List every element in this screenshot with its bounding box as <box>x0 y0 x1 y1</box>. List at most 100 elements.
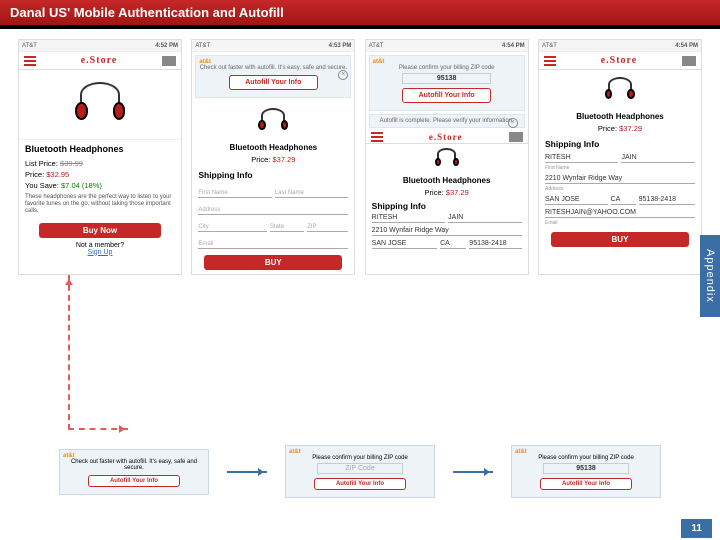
carrier-label: AT&T <box>195 43 210 49</box>
signup-link[interactable]: Sign Up <box>88 249 113 256</box>
city-filled[interactable]: SAN JOSE <box>372 238 437 249</box>
carrier-label: AT&T <box>369 43 384 49</box>
zip-input[interactable]: ZIP <box>307 217 348 232</box>
prompt-text: Please confirm your billing ZIP code <box>515 455 657 461</box>
address-filled[interactable]: 2210 Wynfair Ridge Way <box>372 225 522 236</box>
prompt-text: Please confirm your billing ZIP code <box>373 65 521 71</box>
product-name: Bluetooth Headphones <box>366 174 528 187</box>
state-filled[interactable]: CA <box>611 194 636 205</box>
buy-button[interactable]: BUY <box>204 255 342 270</box>
autofill-button[interactable]: Autofill Your Info <box>540 478 632 490</box>
first-name-sublabel: First Name <box>545 165 569 171</box>
zip-prompt-banner: at&t Please confirm your billing ZIP cod… <box>369 55 525 111</box>
shipping-heading: Shipping Info <box>192 165 354 183</box>
carrier-label: AT&T <box>22 43 37 49</box>
email-filled[interactable]: RITESHJAIN@YAHOO.COM <box>545 207 695 218</box>
shipping-heading: Shipping Info <box>366 198 528 212</box>
first-name-filled[interactable]: RITESH <box>372 212 446 223</box>
shipping-heading: Shipping Info <box>539 134 701 152</box>
price-value: $37.29 <box>272 155 295 164</box>
mini-banner-2: at&t Please confirm your billing ZIP cod… <box>285 445 435 498</box>
zip-filled[interactable]: 95138-2418 <box>639 194 695 205</box>
email-sublabel: Email <box>545 220 558 226</box>
last-name-filled[interactable]: JAIN <box>621 152 695 163</box>
clock-label: 4:53 PM <box>329 43 352 49</box>
prompt-text: Check out faster with autofill. It's eas… <box>199 65 347 71</box>
autofill-complete-banner: Autofill is complete. Please verify your… <box>369 114 525 128</box>
slide-title: Danal US' Mobile Authentication and Auto… <box>0 0 720 29</box>
autofill-prompt-banner: at&t Check out faster with autofill. It'… <box>195 55 351 98</box>
price-label: Price: <box>25 170 44 179</box>
appendix-tab: Appendix <box>700 235 720 317</box>
store-header: e.Store <box>19 52 181 70</box>
state-filled[interactable]: CA <box>440 238 466 249</box>
close-icon[interactable]: × <box>508 118 518 128</box>
cart-icon[interactable] <box>682 56 696 66</box>
price-label: Price: <box>251 155 270 164</box>
product-name: Bluetooth Headphones <box>19 140 181 158</box>
zip-input-filled[interactable]: 95138 <box>543 463 628 474</box>
price-value: $37.29 <box>619 124 642 133</box>
menu-icon[interactable] <box>371 132 383 142</box>
list-price-label: List Price: <box>25 159 58 168</box>
screen-2-empty-form: AT&T 4:53 PM at&t Check out faster with a… <box>191 39 355 275</box>
product-name: Bluetooth Headphones <box>539 110 701 123</box>
product-name: Bluetooth Headphones <box>192 141 354 154</box>
buy-button[interactable]: BUY <box>551 232 689 247</box>
product-desc: These headphones are the perfect way to … <box>19 191 181 219</box>
address-sublabel: Address <box>545 186 563 192</box>
store-logo: e.Store <box>429 132 463 142</box>
state-input[interactable]: State <box>270 217 304 232</box>
cart-icon[interactable] <box>162 56 176 66</box>
complete-text: Autofill is complete. Please verify your… <box>373 118 521 124</box>
email-input[interactable]: Email <box>198 234 348 249</box>
city-input[interactable]: City <box>198 217 267 232</box>
flow-arrow-dashed <box>68 275 128 430</box>
clock-label: 4:54 PM <box>675 43 698 49</box>
screen-3-zip-confirm: AT&T 4:54 PM at&t Please confirm your bil… <box>365 39 529 275</box>
bottom-banner-strip: at&t Check out faster with autofill. It'… <box>0 445 720 498</box>
product-image <box>366 144 528 174</box>
menu-icon[interactable] <box>544 56 556 66</box>
signup-prompt: Not a member? <box>19 242 181 249</box>
cart-icon[interactable] <box>509 132 523 142</box>
autofill-button[interactable]: Autofill Your Info <box>314 478 406 490</box>
zip-input-empty[interactable]: ZIP Code <box>317 463 402 474</box>
menu-icon[interactable] <box>24 56 36 66</box>
list-price: $39.99 <box>60 159 83 168</box>
price-label: Price: <box>425 188 444 197</box>
price-label: Price: <box>598 124 617 133</box>
mini-banner-3: at&t Please confirm your billing ZIP cod… <box>511 445 661 498</box>
address-input[interactable]: Address <box>198 200 348 215</box>
last-name-input[interactable]: Last Name <box>275 183 349 198</box>
screen-4-filled-form: AT&T 4:54 PM e.Store Bluetooth Headphones… <box>538 39 702 275</box>
address-filled[interactable]: 2210 Wynfair Ridge Way <box>545 173 695 184</box>
zip-filled[interactable]: 95138-2418 <box>469 238 521 249</box>
last-name-filled[interactable]: JAIN <box>448 212 522 223</box>
status-bar: AT&T 4:52 PM <box>19 40 181 52</box>
store-logo: e.Store <box>81 55 118 66</box>
product-image <box>192 101 354 141</box>
carrier-label: AT&T <box>542 43 557 49</box>
save-value: $7.04 (18%) <box>61 181 102 190</box>
first-name-input[interactable]: First Name <box>198 183 272 198</box>
arrow-icon <box>227 471 267 473</box>
autofill-button[interactable]: Autofill Your Info <box>229 75 318 90</box>
prompt-text: Check out faster with autofill. It's eas… <box>63 459 205 471</box>
save-label: You Save: <box>25 181 59 190</box>
page-number: 11 <box>681 519 712 538</box>
zip-input-filled[interactable]: 95138 <box>402 73 491 84</box>
buy-button[interactable]: Buy Now <box>39 223 161 238</box>
clock-label: 4:54 PM <box>502 43 525 49</box>
screen-1-product: AT&T 4:52 PM e.Store Bluetooth Headphone… <box>18 39 182 275</box>
product-image <box>19 70 181 140</box>
store-logo: e.Store <box>601 55 638 66</box>
price-value: $37.29 <box>446 188 469 197</box>
autofill-button[interactable]: Autofill Your Info <box>88 475 180 487</box>
first-name-filled[interactable]: RITESH <box>545 152 619 163</box>
prompt-text: Please confirm your billing ZIP code <box>289 455 431 461</box>
city-filled[interactable]: SAN JOSE <box>545 194 608 205</box>
mini-banner-1: at&t Check out faster with autofill. It'… <box>59 449 209 495</box>
autofill-button[interactable]: Autofill Your Info <box>402 88 491 103</box>
clock-label: 4:52 PM <box>155 43 178 49</box>
